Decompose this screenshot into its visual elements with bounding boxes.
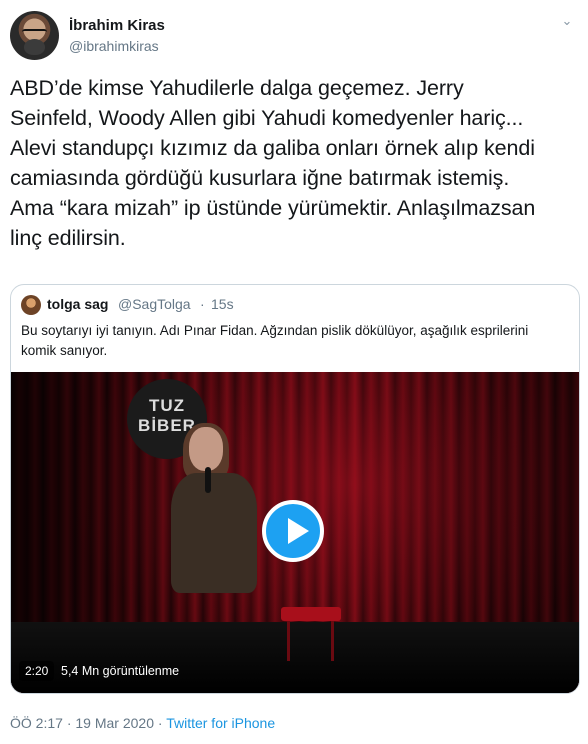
tweet-text: ABD’de kimse Yahudilerle dalga geçemez. … [10, 73, 580, 253]
video-view-count: 5,4 Mn görüntülenme [61, 664, 180, 678]
quoted-author-name: tolga sag [47, 296, 109, 312]
chevron-down-icon[interactable]: ⌄ [558, 12, 576, 30]
performer [171, 423, 257, 627]
footer-separator: · [157, 715, 163, 731]
quoted-text: Bu soytarıyı iyi tanıyın. Adı Pınar Fida… [21, 323, 529, 358]
stool-leg [287, 621, 290, 661]
stool-leg [331, 621, 334, 661]
author-handle[interactable]: @ibrahimkiras [69, 38, 159, 54]
video-duration: 2:20 [19, 661, 55, 681]
tweet-text-line: Alevi standupçı kızımız da galiba onları… [10, 136, 535, 160]
tweet-text-line: linç edilirsin. [10, 226, 126, 250]
video-player[interactable]: TUZ BİBER 2:20 5,4 Mn görüntülenme [11, 372, 579, 693]
tweet-text-line: Seinfeld, Woody Allen gibi Yahudi komedy… [10, 106, 524, 130]
tweet-text-line: ABD’de kimse Yahudilerle dalga geçemez. … [10, 76, 464, 100]
play-icon[interactable] [262, 500, 324, 562]
stage-stool [281, 607, 341, 621]
tweet-footer: ÖÖ 2:17 · 19 Mar 2020 · Twitter for iPho… [10, 715, 275, 731]
tweet-text-line: camiasında gördüğü kusurlara iğne batırm… [10, 166, 510, 190]
performer-head [189, 427, 223, 471]
quoted-author-handle: @SagTolga [118, 296, 191, 312]
footer-separator: · [66, 715, 72, 731]
quoted-separator: · [200, 296, 205, 312]
author-avatar[interactable] [10, 11, 59, 60]
tweet-date[interactable]: 19 Mar 2020 [75, 715, 154, 731]
quoted-avatar [21, 295, 41, 315]
avatar-glasses [22, 29, 47, 37]
stage-floor [11, 622, 579, 693]
tweet-source-link[interactable]: Twitter for iPhone [166, 715, 275, 731]
quoted-timestamp: 15s [211, 296, 234, 312]
play-triangle [288, 518, 309, 544]
author-name[interactable]: İbrahim Kiras [69, 17, 165, 34]
tweet: İbrahim Kiras @ibrahimkiras ⌄ ABD’de kim… [0, 0, 588, 744]
microphone [205, 467, 211, 493]
performer-torso [171, 473, 257, 593]
tweet-text-line: Ama “kara mizah” ip üstünde yürümektir. … [10, 196, 536, 220]
avatar-beard [24, 39, 45, 55]
tweet-time[interactable]: ÖÖ 2:17 [10, 715, 63, 731]
quoted-tweet[interactable]: tolga sag @SagTolga · 15s Bu soytarıyı i… [10, 284, 580, 694]
